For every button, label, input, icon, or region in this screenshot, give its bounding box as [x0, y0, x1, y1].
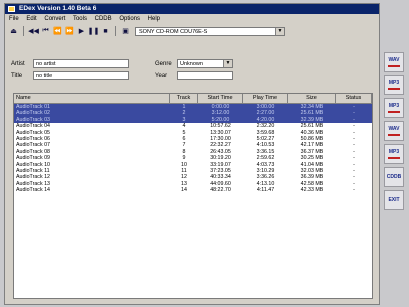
- artist-row: Artist no artist: [11, 59, 129, 68]
- side-toolbar: WAV MP3 MP3 WAV MP3 CDDB EXIT: [384, 52, 406, 213]
- rewind-icon[interactable]: ◀◀: [28, 27, 39, 36]
- year-row: Year: [155, 71, 233, 80]
- mp3-convert-label: MP3: [388, 80, 400, 86]
- track-name: AudioTrack 14: [16, 187, 50, 194]
- track-list: Name Track Start Time Play Time Size Sta…: [13, 93, 373, 299]
- menu-convert[interactable]: Convert: [44, 16, 65, 22]
- table-row[interactable]: AudioTrack 14 14 48:22.70 4:11.47 42.33 MB -: [14, 187, 372, 193]
- color-bar: [388, 111, 400, 113]
- genre-label: Genre: [155, 60, 172, 67]
- color-bar: [388, 88, 400, 90]
- skip-back-icon[interactable]: ⏪: [53, 27, 62, 36]
- wav-decode-button[interactable]: WAV: [384, 121, 404, 141]
- column-play-time[interactable]: Play Time: [243, 94, 288, 103]
- title-bar[interactable]: EDex Version 1.40 Beta 6: [5, 4, 379, 14]
- skip-forward-icon[interactable]: ⏩: [65, 27, 74, 36]
- stop-icon[interactable]: ■: [101, 27, 110, 36]
- wav-convert-button[interactable]: WAV: [384, 52, 404, 72]
- track-start-time: 48:22.70: [210, 187, 231, 194]
- drive-select[interactable]: SONY CD-ROM CDU76E-S ▼: [135, 26, 285, 36]
- year-input[interactable]: [177, 71, 233, 80]
- previous-track-icon[interactable]: ⏮: [41, 27, 50, 36]
- column-status[interactable]: Status: [336, 94, 372, 103]
- artist-input[interactable]: no artist: [33, 59, 129, 68]
- cddb-button[interactable]: CDDB: [384, 167, 404, 187]
- app-icon: [8, 6, 15, 12]
- mp3-encode-button[interactable]: MP3: [384, 98, 404, 118]
- menu-bar: File Edit Convert Tools CDDB Options Hel…: [5, 14, 379, 24]
- chevron-down-icon[interactable]: ▼: [223, 60, 232, 67]
- wav-decode-label: WAV: [388, 126, 400, 132]
- track-rows: AudioTrack 01 1 0:00.00 3:00.00 32.34 MB - Aud…: [14, 104, 372, 193]
- chevron-down-icon[interactable]: ▼: [275, 27, 284, 35]
- color-bar: [388, 65, 400, 67]
- menu-file[interactable]: File: [9, 16, 19, 22]
- track-status: -: [353, 187, 355, 194]
- eject-icon[interactable]: ⏏: [9, 27, 18, 36]
- genre-value: Unknown: [180, 61, 203, 67]
- title-input[interactable]: no title: [33, 71, 129, 80]
- window-title: EDex Version 1.40 Beta 6: [19, 5, 97, 12]
- track-play-time: 4:11.47: [256, 187, 275, 194]
- menu-tools[interactable]: Tools: [73, 16, 87, 22]
- genre-select[interactable]: Unknown ▼: [177, 59, 233, 68]
- play-icon[interactable]: ▶: [77, 27, 86, 36]
- menu-edit[interactable]: Edit: [26, 16, 36, 22]
- main-window: EDex Version 1.40 Beta 6 File Edit Conve…: [4, 3, 380, 305]
- column-start-time[interactable]: Start Time: [198, 94, 243, 103]
- track-list-header: Name Track Start Time Play Time Size Sta…: [14, 94, 372, 104]
- track-size: 42.33 MB: [300, 187, 324, 194]
- column-size[interactable]: Size: [288, 94, 336, 103]
- toolbar: ⏏ ◀◀ ⏮ ⏪ ⏩ ▶ ❚❚ ■ ▣ SONY CD-ROM CDU76E-S…: [5, 24, 379, 38]
- column-track[interactable]: Track: [170, 94, 198, 103]
- color-bar: [388, 134, 400, 136]
- title-label: Title: [11, 72, 23, 79]
- mp3-convert-button[interactable]: MP3: [384, 75, 404, 95]
- wav-convert-label: WAV: [388, 57, 400, 63]
- artist-label: Artist: [11, 60, 25, 67]
- color-bar: [388, 157, 400, 159]
- cddb-label: CDDB: [386, 174, 402, 180]
- cd-drive-icon: ▣: [122, 28, 129, 35]
- exit-button[interactable]: EXIT: [384, 190, 404, 210]
- toolbar-separator: [115, 26, 116, 36]
- mp3-encode-label: MP3: [388, 103, 400, 109]
- column-name[interactable]: Name: [14, 94, 170, 103]
- genre-row: Genre Unknown ▼: [155, 59, 233, 68]
- toolbar-separator: [23, 26, 24, 36]
- pause-icon[interactable]: ❚❚: [88, 27, 100, 36]
- track-number: 14: [181, 187, 187, 194]
- drive-value: SONY CD-ROM CDU76E-S: [139, 28, 208, 35]
- exit-label: EXIT: [388, 197, 400, 203]
- mp3-play-button[interactable]: MP3: [384, 144, 404, 164]
- menu-options[interactable]: Options: [119, 16, 140, 22]
- year-label: Year: [155, 72, 168, 79]
- mp3-play-label: MP3: [388, 149, 400, 155]
- menu-help[interactable]: Help: [148, 16, 160, 22]
- menu-cddb[interactable]: CDDB: [95, 16, 112, 22]
- title-row: Title no title: [11, 71, 129, 80]
